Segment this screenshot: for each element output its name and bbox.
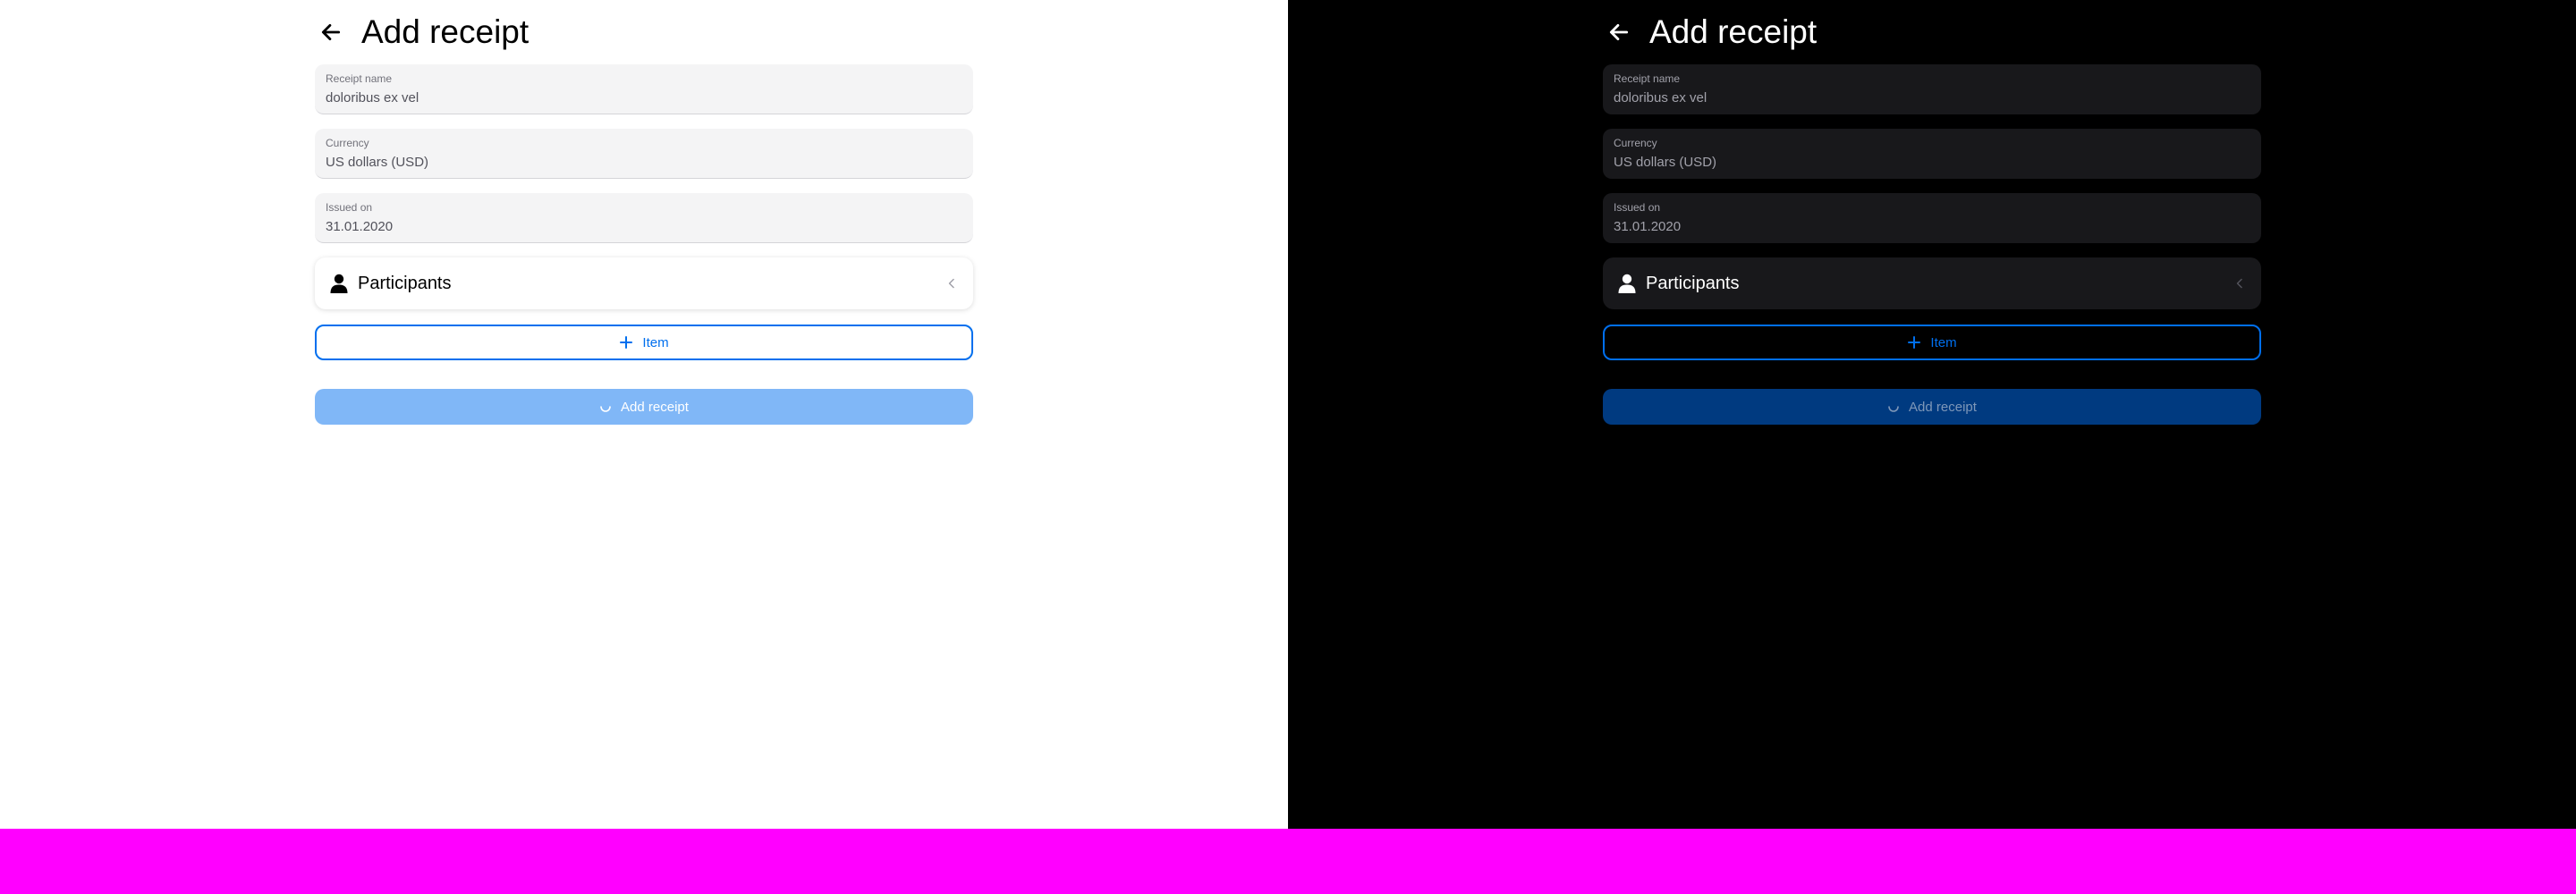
- chevron-left-icon: [2233, 276, 2247, 291]
- add-item-label: Item: [642, 334, 669, 350]
- user-icon: [1617, 273, 1637, 294]
- add-receipt-button[interactable]: Add receipt: [315, 389, 973, 425]
- plus-icon: [619, 335, 633, 350]
- back-button[interactable]: [317, 18, 345, 46]
- receipt-name-label: Receipt name: [1614, 72, 1681, 85]
- arrow-left-icon: [1609, 24, 1629, 40]
- dark-theme-panel: Add receipt Receipt name doloribus ex ve…: [1288, 0, 2576, 829]
- page-title: Add receipt: [1649, 13, 1818, 50]
- user-icon: [329, 273, 349, 294]
- issued-on-label: Issued on: [1614, 201, 1661, 214]
- add-item-button[interactable]: Item: [315, 325, 973, 360]
- currency-label: Currency: [326, 137, 369, 149]
- page-title: Add receipt: [361, 13, 530, 50]
- plus-icon: [1907, 335, 1921, 350]
- spinner-icon: [1887, 401, 1900, 413]
- issued-on-label: Issued on: [326, 201, 373, 214]
- currency-value[interactable]: US dollars (USD): [1614, 153, 2250, 173]
- back-button[interactable]: [1605, 18, 1633, 46]
- participants-accordion[interactable]: Participants: [315, 257, 973, 309]
- add-receipt-label: Add receipt: [621, 399, 689, 415]
- receipt-name-value[interactable]: doloribus ex vel: [1614, 89, 2250, 108]
- page-header: Add receipt: [1603, 11, 1817, 54]
- receipt-name-label: Receipt name: [326, 72, 393, 85]
- page-header: Add receipt: [315, 11, 529, 54]
- currency-field[interactable]: Currency US dollars (USD): [315, 129, 973, 179]
- participants-accordion[interactable]: Participants: [1603, 257, 2261, 309]
- receipt-name-field[interactable]: Receipt name doloribus ex vel: [315, 64, 973, 114]
- magenta-bar: [0, 829, 2576, 894]
- participants-label: Participants: [1646, 273, 1740, 293]
- receipt-name-value[interactable]: doloribus ex vel: [326, 89, 962, 108]
- issued-on-field[interactable]: Issued on 31.01.2020: [1603, 193, 2261, 243]
- issued-on-value[interactable]: 31.01.2020: [326, 217, 962, 237]
- currency-label: Currency: [1614, 137, 1657, 149]
- currency-field[interactable]: Currency US dollars (USD): [1603, 129, 2261, 179]
- add-item-label: Item: [1930, 334, 1957, 350]
- add-receipt-button[interactable]: Add receipt: [1603, 389, 2261, 425]
- chevron-left-icon: [945, 276, 959, 291]
- issued-on-field[interactable]: Issued on 31.01.2020: [315, 193, 973, 243]
- issued-on-value[interactable]: 31.01.2020: [1614, 217, 2250, 237]
- arrow-left-icon: [321, 24, 341, 40]
- light-theme-panel: Add receipt Receipt name doloribus ex ve…: [0, 0, 1288, 829]
- receipt-name-field[interactable]: Receipt name doloribus ex vel: [1603, 64, 2261, 114]
- add-receipt-label: Add receipt: [1909, 399, 1977, 415]
- add-item-button[interactable]: Item: [1603, 325, 2261, 360]
- currency-value[interactable]: US dollars (USD): [326, 153, 962, 173]
- participants-label: Participants: [358, 273, 452, 293]
- spinner-icon: [599, 401, 612, 413]
